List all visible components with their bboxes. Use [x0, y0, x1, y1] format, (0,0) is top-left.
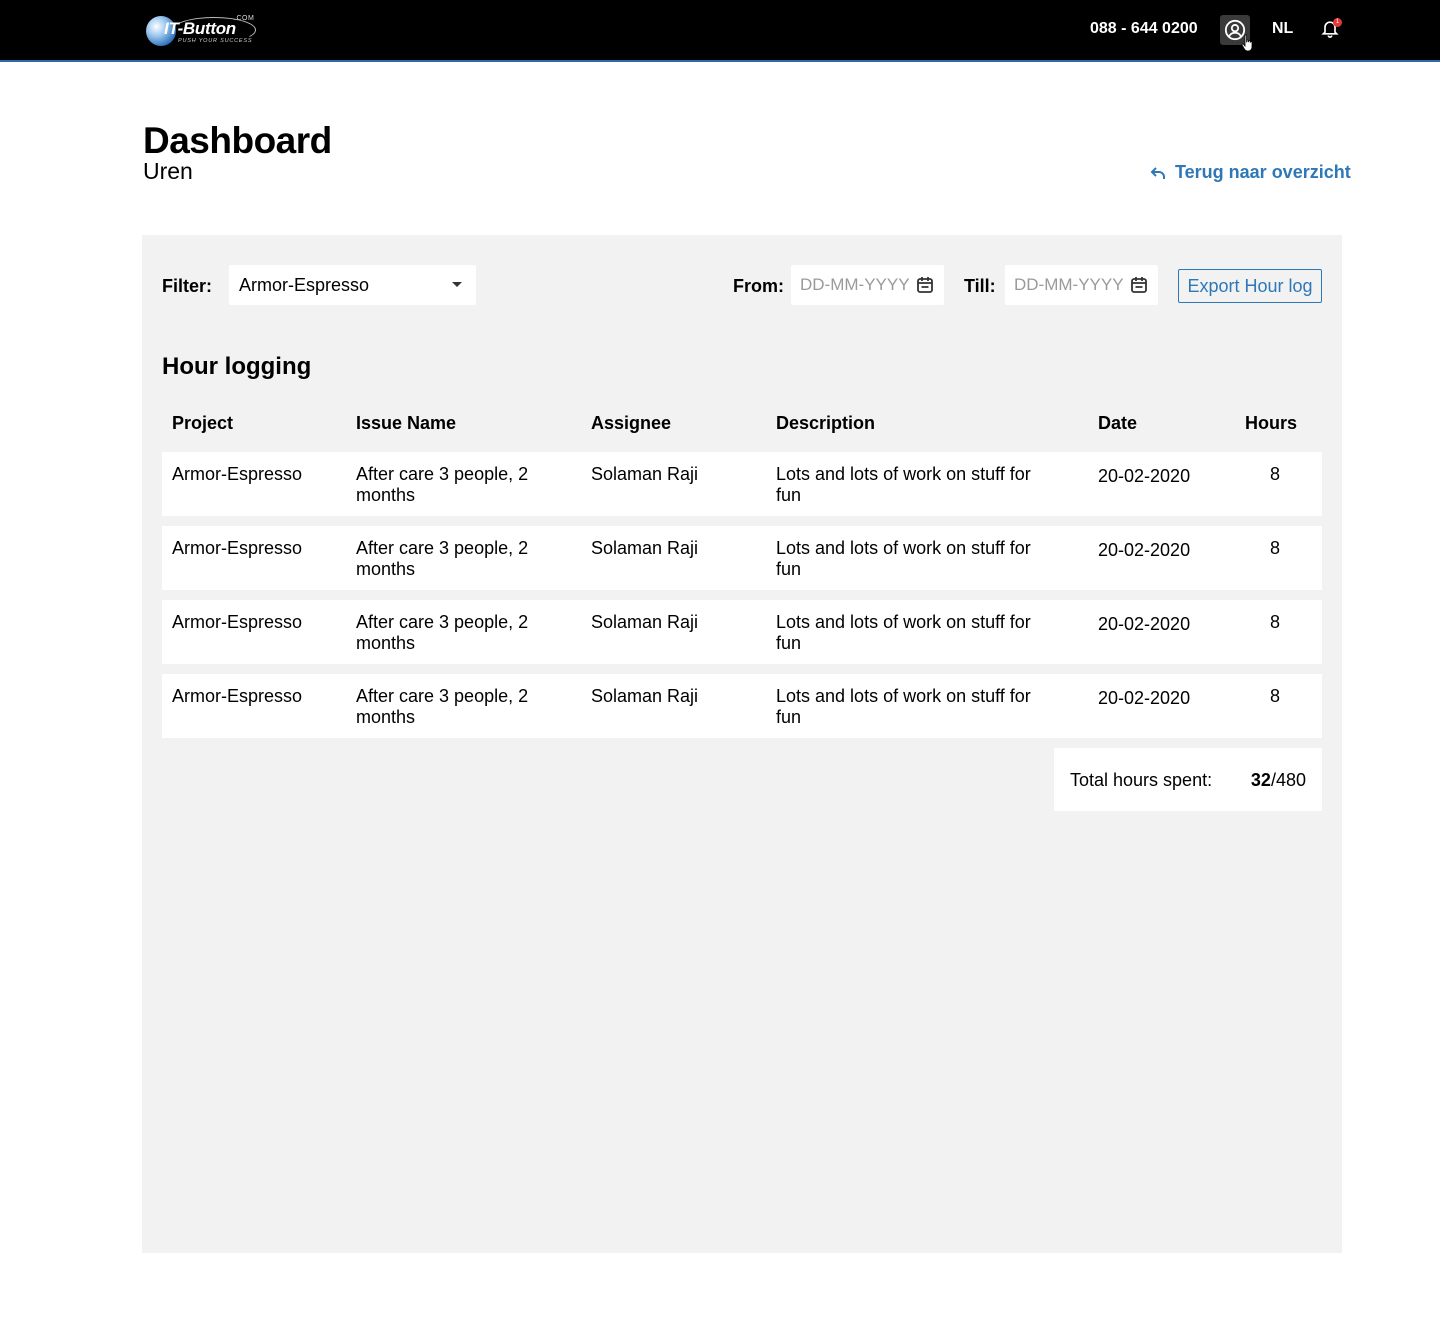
- cell-hours: 8: [1270, 612, 1281, 632]
- cell-issue-name: After care 3 people, 2 months: [356, 612, 529, 653]
- back-to-overview-link[interactable]: Terug naar overzicht: [1150, 162, 1351, 183]
- hand-cursor-icon: [1241, 34, 1253, 52]
- back-arrow-icon: [1150, 166, 1165, 179]
- table-row[interactable]: Armor-Espresso After care 3 people, 2 mon…: [162, 674, 1322, 738]
- cell-assignee: Solaman Raji: [591, 464, 699, 484]
- cell-issue-name: After care 3 people, 2 months: [356, 538, 529, 579]
- cell-assignee: Solaman Raji: [591, 612, 699, 632]
- cell-date: 20-02-2020: [1098, 466, 1191, 486]
- cell-description: Lots and lots of work on stuff for fun: [776, 612, 1031, 653]
- phone-number[interactable]: 088 - 644 0200: [1090, 20, 1198, 38]
- hour-logging-title: Hour logging: [162, 353, 312, 380]
- notification-badge: 1: [1333, 18, 1342, 27]
- cell-project: Armor-Espresso: [172, 686, 303, 706]
- logo-tagline: PUSH YOUR SUCCESS: [178, 38, 253, 44]
- cell-assignee: Solaman Raji: [591, 538, 699, 558]
- project-filter-select[interactable]: Armor-Espresso: [229, 265, 476, 305]
- cell-project: Armor-Espresso: [172, 612, 303, 632]
- total-hours-spent: 32: [1250, 770, 1271, 790]
- total-hours-value: 32/480: [1251, 770, 1306, 791]
- cell-hours: 8: [1270, 538, 1281, 558]
- hours-panel: Filter: Armor-Espresso From: DD-MM-YYYY …: [142, 235, 1342, 1253]
- cell-description: Lots and lots of work on stuff for fun: [776, 686, 1031, 727]
- till-date-input[interactable]: DD-MM-YYYY: [1005, 265, 1158, 305]
- column-header-hours: Hours: [1245, 413, 1298, 433]
- cell-issue-name: After care 3 people, 2 months: [356, 464, 529, 505]
- total-hours-budget: /480: [1270, 770, 1306, 790]
- column-header-date: Date: [1098, 413, 1138, 433]
- logo-brand: IT-Button: [164, 19, 236, 38]
- cell-project: Armor-Espresso: [172, 464, 303, 484]
- column-header-issue-name: Issue Name: [356, 413, 457, 433]
- cell-issue-name: After care 3 people, 2 months: [356, 686, 529, 727]
- till-label: Till:: [964, 276, 996, 296]
- cell-assignee: Solaman Raji: [591, 686, 699, 706]
- page-subtitle: Uren: [143, 158, 193, 184]
- calendar-icon[interactable]: [916, 276, 934, 294]
- calendar-icon[interactable]: [1130, 276, 1148, 294]
- logo-com: .COM: [234, 15, 255, 22]
- cell-description: Lots and lots of work on stuff for fun: [776, 464, 1031, 505]
- caret-down-icon: [452, 282, 462, 287]
- table-row[interactable]: Armor-Espresso After care 3 people, 2 mon…: [162, 600, 1322, 664]
- table-row[interactable]: Armor-Espresso After care 3 people, 2 mon…: [162, 526, 1322, 590]
- till-date-placeholder: DD-MM-YYYY: [1014, 275, 1124, 294]
- company-logo[interactable]: .COM IT-Button PUSH YOUR SUCCESS: [146, 13, 258, 49]
- language-switch[interactable]: NL: [1272, 20, 1293, 38]
- cell-hours: 8: [1270, 686, 1281, 706]
- export-hour-log-button[interactable]: Export Hour log: [1178, 269, 1322, 303]
- cell-project: Armor-Espresso: [172, 538, 303, 558]
- cell-description: Lots and lots of work on stuff for fun: [776, 538, 1031, 579]
- page-title: Dashboard: [143, 120, 332, 161]
- total-hours-label: Total hours spent:: [1070, 770, 1213, 790]
- column-header-project: Project: [172, 413, 234, 433]
- cell-date: 20-02-2020: [1098, 688, 1191, 708]
- table-row[interactable]: Armor-Espresso After care 3 people, 2 mon…: [162, 452, 1322, 516]
- cell-hours: 8: [1270, 464, 1281, 484]
- column-header-description: Description: [776, 413, 876, 433]
- cell-date: 20-02-2020: [1098, 540, 1191, 560]
- top-navbar: .COM IT-Button PUSH YOUR SUCCESS 088 - 6…: [0, 0, 1440, 62]
- cell-date: 20-02-2020: [1098, 614, 1191, 634]
- column-header-assignee: Assignee: [591, 413, 672, 433]
- from-date-placeholder: DD-MM-YYYY: [800, 275, 910, 294]
- filter-label: Filter:: [162, 276, 213, 296]
- notifications-button[interactable]: 1: [1320, 17, 1342, 41]
- project-filter-value: Armor-Espresso: [239, 274, 370, 295]
- total-hours-box: Total hours spent: 32/480: [1054, 748, 1322, 811]
- from-date-input[interactable]: DD-MM-YYYY: [791, 265, 944, 305]
- from-label: From:: [733, 276, 784, 296]
- back-link-label: Terug naar overzicht: [1175, 162, 1351, 182]
